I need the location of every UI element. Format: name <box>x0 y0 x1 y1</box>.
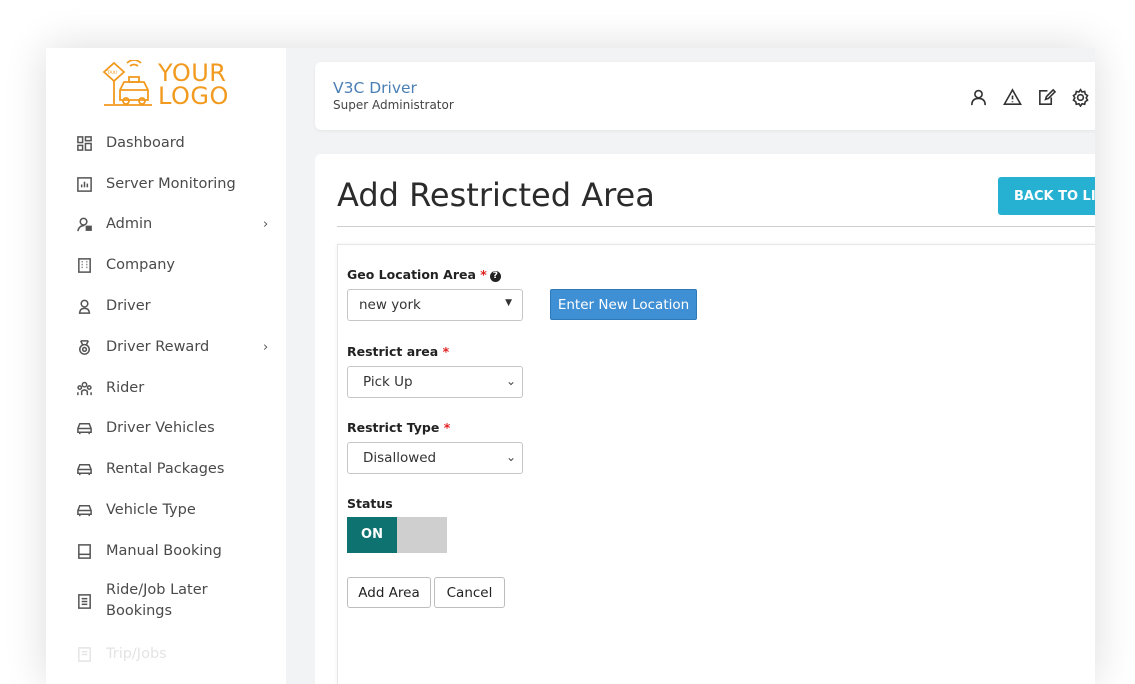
sidebar-item-label: Dashboard <box>106 134 185 151</box>
list-icon <box>75 592 93 610</box>
restrict-area-label: Restrict area * <box>347 344 450 359</box>
back-to-list-button[interactable]: BACK TO LIST <box>998 177 1095 215</box>
chevron-right-icon: › <box>263 216 269 232</box>
sidebar-item-label: Server Monitoring <box>106 175 236 192</box>
chevron-down-icon: ⌄ <box>505 374 516 388</box>
car-icon <box>75 419 93 437</box>
restrict-area-select[interactable]: Pick Up ⌄ <box>347 366 523 398</box>
edit-icon[interactable] <box>1035 86 1057 108</box>
restricted-area-form: Geo Location Area *? new york ▼ Enter Ne… <box>337 244 1095 684</box>
help-icon[interactable]: ? <box>489 271 501 282</box>
sidebar-item-label: Driver <box>106 297 151 314</box>
chevron-right-icon: › <box>263 339 269 355</box>
warning-icon[interactable] <box>1001 86 1023 108</box>
taxi-logo-icon: TAXI <box>102 60 152 106</box>
sidebar-item-driver-vehicles[interactable]: Driver Vehicles <box>46 410 286 446</box>
sidebar-item-label: Trip/Jobs <box>106 645 167 662</box>
top-header: V3C Driver Super Administrator <box>315 62 1095 130</box>
geo-location-label: Geo Location Area *? <box>347 267 501 282</box>
sidebar-item-rider[interactable]: Rider <box>46 370 286 406</box>
sidebar-item-label: Company <box>106 256 175 273</box>
main-content: Add Restricted Area BACK TO LIST Geo Loc… <box>315 154 1095 684</box>
toggle-off-track <box>397 517 447 553</box>
geo-location-select[interactable]: new york ▼ <box>347 289 523 321</box>
sidebar-item-trip-jobs[interactable]: Trip/Jobs <box>46 636 286 672</box>
user-icon[interactable] <box>967 86 989 108</box>
page-title: Add Restricted Area <box>337 176 655 214</box>
book-icon <box>75 542 93 560</box>
logo: TAXI YOUR LOGO <box>100 60 235 110</box>
toggle-on-label: ON <box>347 517 397 553</box>
sidebar-item-label: Rider <box>106 379 145 396</box>
building-icon <box>75 256 93 274</box>
svg-text:TAXI: TAXI <box>106 70 117 76</box>
app-window: TAXI YOUR LOGO Dashboard Server Monitori… <box>46 48 1095 684</box>
sidebar-item-company[interactable]: Company <box>46 247 286 283</box>
sidebar-item-manual-booking[interactable]: Manual Booking <box>46 533 286 569</box>
car-icon <box>75 460 93 478</box>
list-icon <box>75 645 93 663</box>
enter-new-location-button[interactable]: Enter New Location <box>550 289 697 320</box>
add-area-button[interactable]: Add Area <box>347 577 431 608</box>
settings-icon[interactable] <box>1069 86 1091 108</box>
restrict-type-label: Restrict Type * <box>347 420 451 435</box>
logo-text: YOUR LOGO <box>158 59 229 110</box>
dashboard-icon <box>75 134 93 152</box>
sidebar-item-label: Vehicle Type <box>106 501 196 518</box>
sidebar-item-vehicle-type[interactable]: Vehicle Type <box>46 492 286 528</box>
car-icon <box>75 501 93 519</box>
caret-down-icon: ▼ <box>505 298 512 308</box>
admin-user-icon <box>75 215 93 233</box>
medal-icon <box>75 338 93 356</box>
sidebar-item-driver[interactable]: Driver <box>46 288 286 324</box>
user-role: Super Administrator <box>333 98 454 112</box>
chevron-down-icon: ⌄ <box>505 450 516 464</box>
sidebar-item-label: Ride/Job Later Bookings <box>106 582 208 619</box>
chart-icon <box>75 175 93 193</box>
app-title[interactable]: V3C Driver <box>333 79 417 97</box>
sidebar-item-admin[interactable]: Admin › <box>46 206 286 242</box>
status-toggle[interactable]: ON <box>347 517 447 553</box>
sidebar-item-later-bookings[interactable]: Ride/Job Later Bookings <box>46 578 286 624</box>
sidebar-item-label: Manual Booking <box>106 542 222 559</box>
people-icon <box>75 379 93 397</box>
sidebar-item-driver-reward[interactable]: Driver Reward › <box>46 329 286 365</box>
user-icon <box>75 297 93 315</box>
sidebar-item-label: Driver Vehicles <box>106 419 215 436</box>
sidebar-item-server-monitoring[interactable]: Server Monitoring <box>46 166 286 202</box>
cancel-button[interactable]: Cancel <box>434 577 505 608</box>
restrict-type-select[interactable]: Disallowed ⌄ <box>347 442 523 474</box>
sidebar: TAXI YOUR LOGO Dashboard Server Monitori… <box>46 48 286 684</box>
divider <box>337 226 1095 227</box>
sidebar-item-label: Driver Reward <box>106 338 210 355</box>
status-label: Status <box>347 496 393 511</box>
sidebar-item-dashboard[interactable]: Dashboard <box>46 125 286 161</box>
sidebar-item-label: Admin <box>106 215 153 232</box>
sidebar-item-rental-packages[interactable]: Rental Packages <box>46 451 286 487</box>
sidebar-item-label: Rental Packages <box>106 460 225 477</box>
